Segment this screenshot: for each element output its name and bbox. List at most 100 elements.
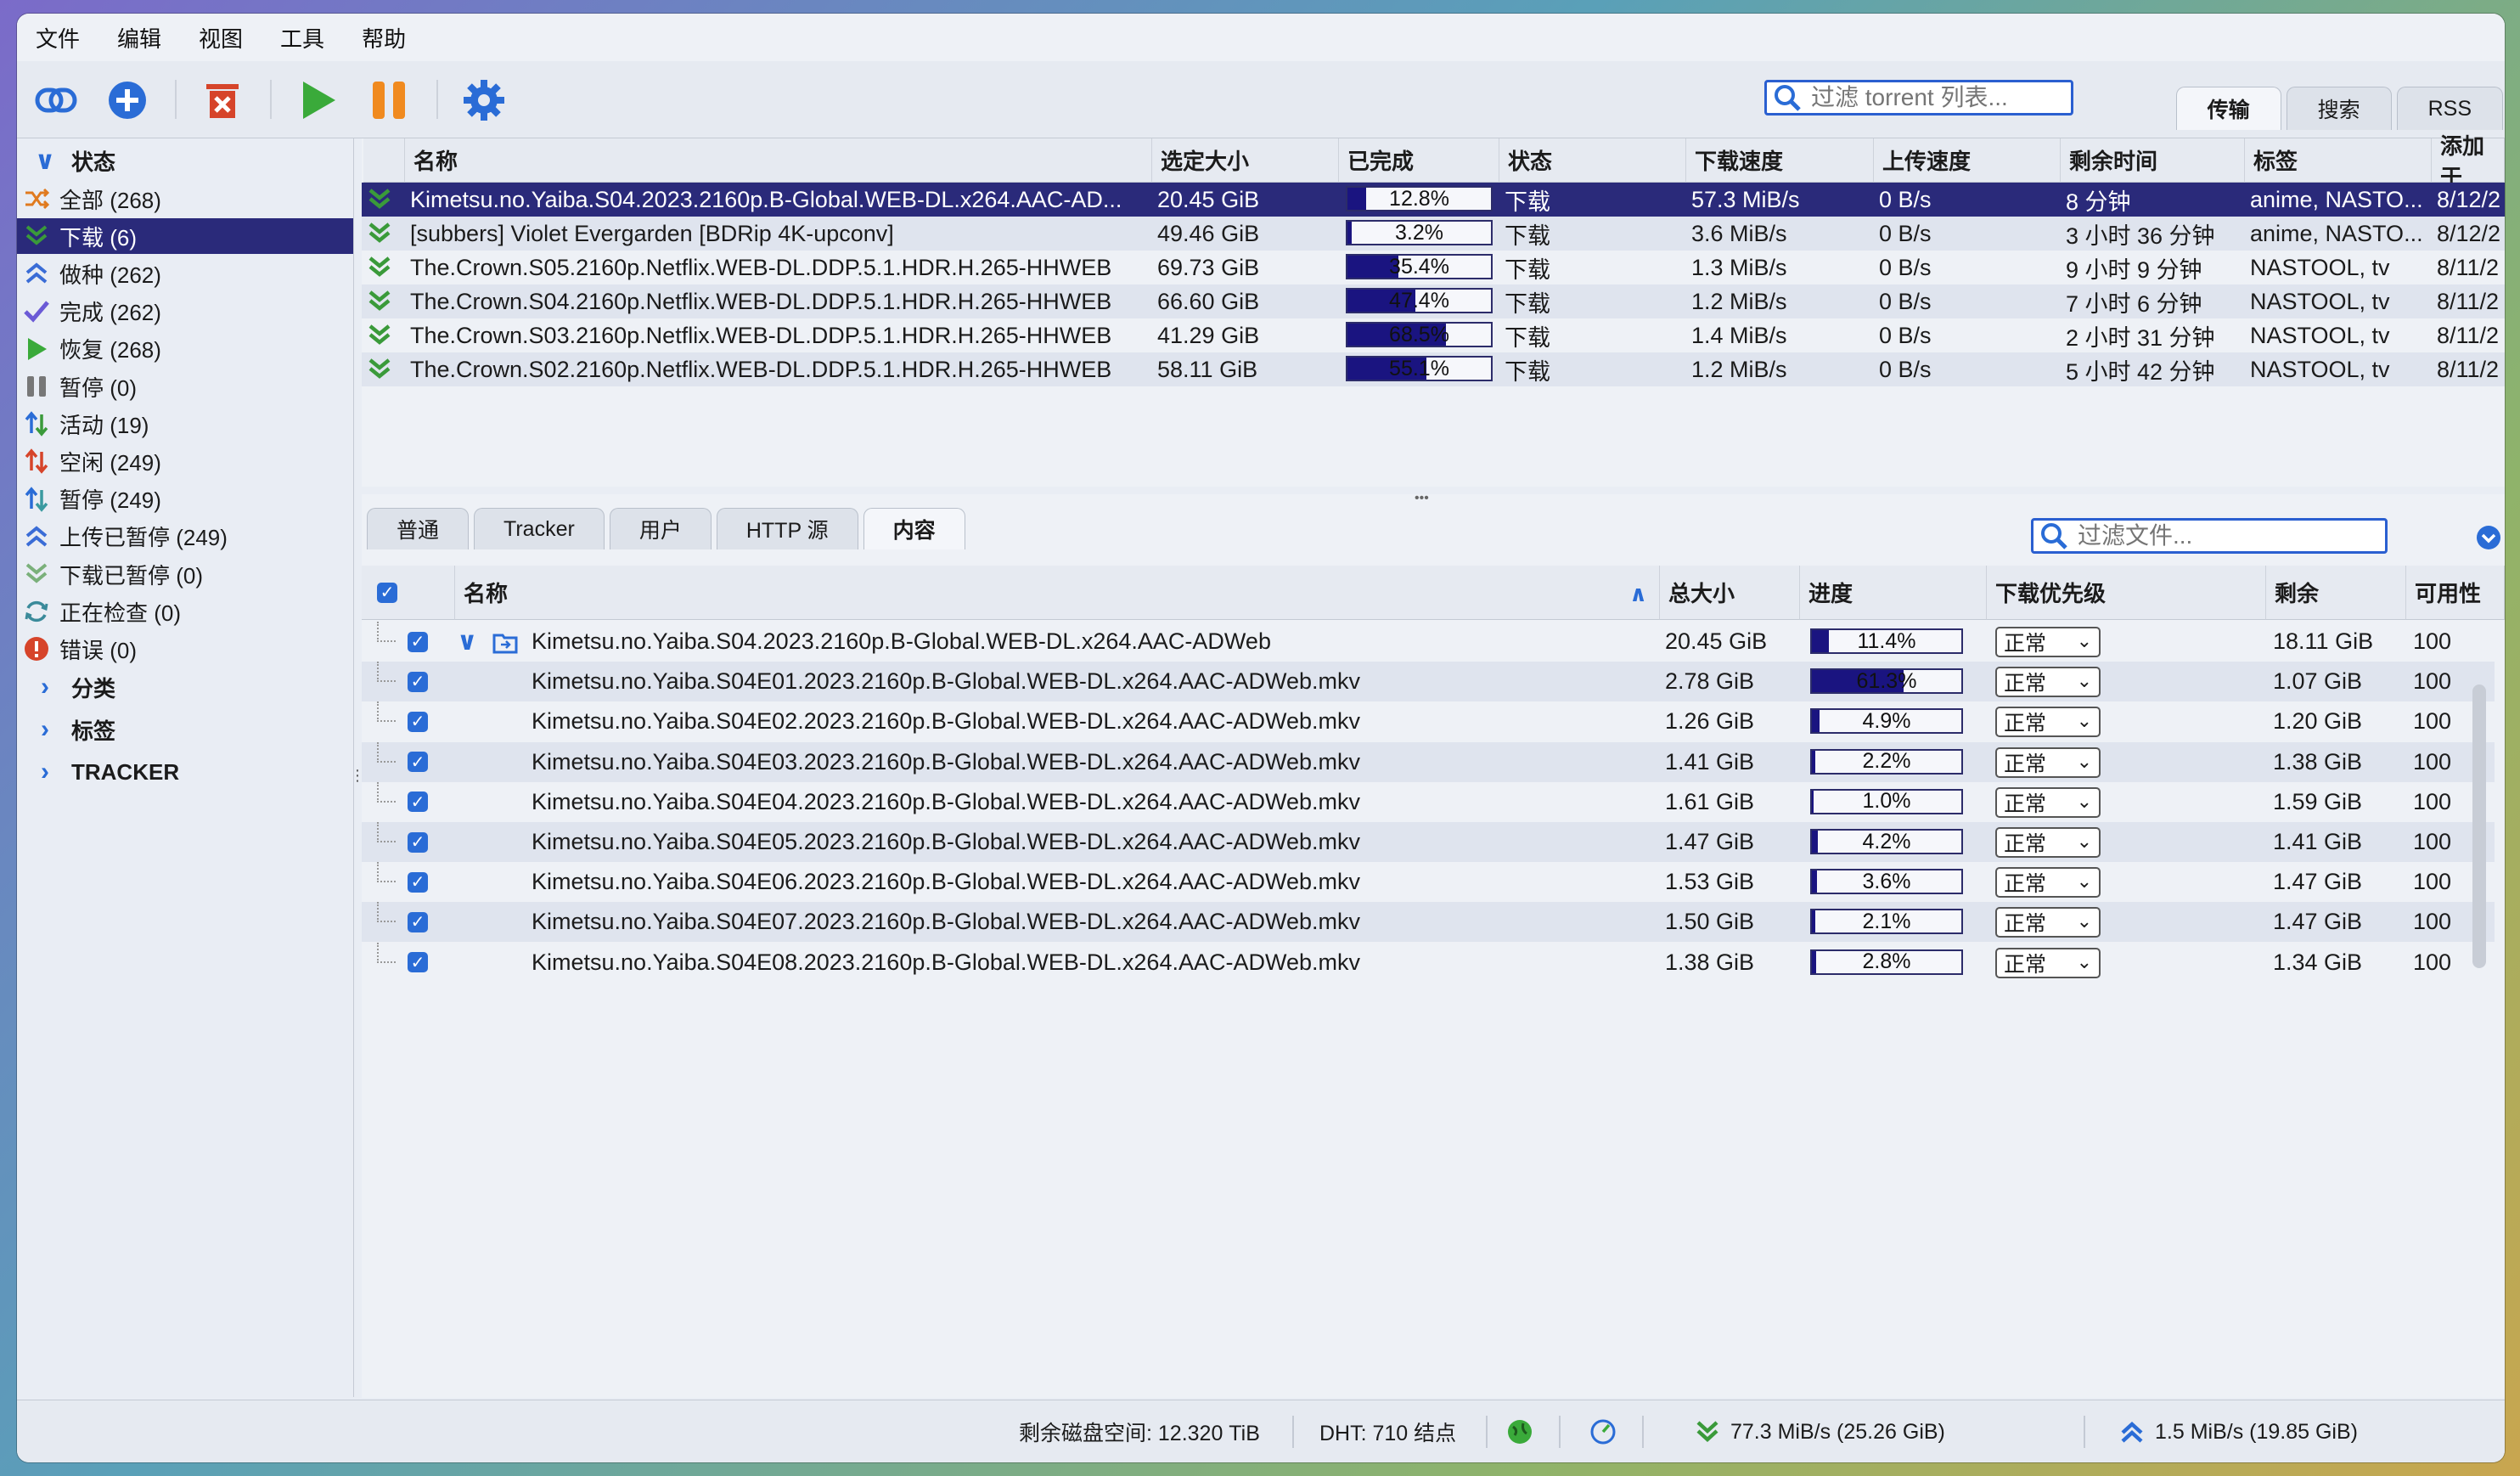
sidebar-filter-item[interactable]: 恢复 (268) [17,331,353,367]
column-header[interactable]: 添加于 [2432,133,2505,190]
file-row[interactable]: ✓ Kimetsu.no.Yaiba.S04E08.2023.2160p.B-Gl… [362,942,2495,983]
select-all-checkbox-cell[interactable]: ✓ [362,566,455,620]
file-checkbox-cell[interactable]: ✓ [408,902,442,942]
priority-select[interactable]: 正常 ⌄ [1995,907,2101,938]
torrent-row[interactable]: The.Crown.S04.2160p.Netflix.WEB-DL.DDP.5… [362,284,2505,318]
pause-button[interactable] [367,78,411,122]
tab-trackers[interactable]: Tracker [474,508,605,549]
column-header[interactable]: 名称 [405,138,1152,183]
file-checkbox-cell[interactable]: ✓ [408,862,442,902]
column-header[interactable]: 标签 [2245,138,2432,183]
checkbox-checked[interactable]: ✓ [408,752,428,773]
file-checkbox-cell[interactable]: ✓ [408,782,442,822]
file-column-header[interactable]: 可用性 [2406,566,2505,620]
options-dropdown-button[interactable] [2476,525,2501,555]
column-header[interactable]: 状态 [1499,138,1686,183]
menu-edit[interactable]: 编辑 [98,22,180,54]
column-header[interactable]: 下载速度 [1686,138,1874,183]
checkbox-checked[interactable]: ✓ [408,871,428,893]
priority-select[interactable]: 正常 ⌄ [1995,707,2101,738]
tab-general[interactable]: 普通 [367,508,470,549]
priority-select[interactable]: 正常 ⌄ [1995,947,2101,978]
file-row[interactable]: ✓ Kimetsu.no.Yaiba.S04E06.2023.2160p.B-Gl… [362,862,2495,902]
torrent-row[interactable]: The.Crown.S03.2160p.Netflix.WEB-DL.DDP.5… [362,318,2505,352]
chevron-down-icon[interactable]: ∨ [457,622,482,662]
file-column-header[interactable]: 进度 [1800,566,1987,620]
priority-select[interactable]: 正常 ⌄ [1995,827,2101,858]
torrent-row[interactable]: Kimetsu.no.Yaiba.S04.2023.2160p.B-Global… [362,183,2505,217]
file-checkbox-cell[interactable]: ✓ [408,822,442,862]
checkbox-checked[interactable]: ✓ [408,911,428,932]
column-header[interactable]: 已完成 [1339,138,1499,183]
sidebar-filter-item[interactable]: 下载 (6) [17,218,353,255]
sidebar-filter-item[interactable]: 暂停 (0) [17,369,353,404]
sidebar-section-trackers[interactable]: › TRACKER [17,753,179,791]
sidebar-filter-item[interactable]: 暂停 (249) [17,482,353,517]
menu-help[interactable]: 帮助 [343,22,425,54]
connection-status[interactable] [1506,1400,1533,1462]
settings-button[interactable] [462,78,506,122]
panel-splitter[interactable]: ••• [1415,491,1429,506]
file-checkbox-cell[interactable]: ✓ [408,622,442,662]
column-header[interactable]: 上传速度 [1874,138,2061,183]
checkbox-checked[interactable]: ✓ [408,952,428,973]
file-column-header[interactable]: 剩余 [2266,566,2406,620]
delete-button[interactable] [200,78,245,122]
file-row[interactable]: ✓ Kimetsu.no.Yaiba.S04E07.2023.2160p.B-Gl… [362,902,2495,943]
checkbox-checked[interactable]: ✓ [377,582,397,603]
checkbox-checked[interactable]: ✓ [408,631,428,652]
sidebar-filter-item[interactable]: 活动 (19) [17,406,353,442]
menu-view[interactable]: 视图 [180,22,262,54]
add-link-button[interactable] [34,78,78,122]
sidebar-filter-item[interactable]: 错误 (0) [17,631,353,667]
column-header[interactable]: 剩余时间 [2061,138,2245,183]
file-row[interactable]: ✓ Kimetsu.no.Yaiba.S04E01.2023.2160p.B-Gl… [362,662,2495,702]
sidebar-filter-item[interactable]: 完成 (262) [17,294,353,330]
torrent-filter-field[interactable] [1764,80,2073,115]
sidebar-section-tags[interactable]: › 标签 [17,711,115,748]
sidebar-filter-item[interactable]: 全部 (268) [17,181,353,217]
file-row[interactable]: ✓ Kimetsu.no.Yaiba.S04E04.2023.2160p.B-Gl… [362,781,2495,822]
sidebar-filter-item[interactable]: 做种 (262) [17,256,353,291]
menu-file[interactable]: 文件 [17,22,98,54]
file-filter-field[interactable] [2031,518,2388,554]
sidebar-status-header[interactable]: ∨ 状态 [17,142,115,179]
torrent-filter-input[interactable] [1809,83,2067,112]
checkbox-checked[interactable]: ✓ [408,831,428,853]
file-filter-input[interactable] [2076,521,2377,550]
tab-peers[interactable]: 用户 [609,508,712,549]
checkbox-checked[interactable]: ✓ [408,671,428,692]
file-checkbox-cell[interactable]: ✓ [408,943,442,983]
tab-rss[interactable]: RSS [2396,87,2503,130]
file-checkbox-cell[interactable]: ✓ [408,701,442,741]
sidebar-filter-item[interactable]: 上传已暂停 (249) [17,519,353,555]
file-checkbox-cell[interactable]: ✓ [408,742,442,782]
add-torrent-button[interactable] [105,78,149,122]
column-header[interactable]: 选定大小 [1152,138,1339,183]
file-row[interactable]: ✓ Kimetsu.no.Yaiba.S04E03.2023.2160p.B-Gl… [362,741,2495,782]
priority-select[interactable]: 正常 ⌄ [1995,627,2101,657]
tab-search[interactable]: 搜索 [2286,87,2392,130]
torrent-row[interactable]: [subbers] Violet Evergarden [BDRip 4K-up… [362,217,2505,251]
vertical-scrollbar[interactable] [2472,684,2486,968]
resume-button[interactable] [295,78,340,122]
file-column-header[interactable]: 总大小 [1660,566,1800,620]
sidebar-filter-item[interactable]: 下载已暂停 (0) [17,556,353,592]
file-row[interactable]: ✓ ∨ Kimetsu.no.Yaiba.S04.2023.2160p.B-Glob… [362,622,2495,662]
checkbox-checked[interactable]: ✓ [408,792,428,813]
file-column-header[interactable]: 名称 [455,566,1660,620]
tab-content[interactable]: 内容 [863,508,965,549]
sidebar-section-categories[interactable]: › 分类 [17,668,115,706]
file-row[interactable]: ✓ Kimetsu.no.Yaiba.S04E02.2023.2160p.B-Gl… [362,701,2495,741]
tab-http-sources[interactable]: HTTP 源 [716,508,858,549]
priority-select[interactable]: 正常 ⌄ [1995,786,2101,818]
torrent-row[interactable]: The.Crown.S02.2160p.Netflix.WEB-DL.DDP.5… [362,352,2505,386]
file-column-header[interactable]: 下载优先级 [1987,566,2266,620]
file-checkbox-cell[interactable]: ✓ [408,662,442,701]
tab-transfers[interactable]: 传输 [2175,87,2281,130]
sort-ascending-icon[interactable]: ∧ [1629,581,1647,607]
priority-select[interactable]: 正常 ⌄ [1995,746,2101,778]
file-row[interactable]: ✓ Kimetsu.no.Yaiba.S04E05.2023.2160p.B-Gl… [362,822,2495,862]
speed-limit-toggle[interactable] [1589,1400,1617,1462]
checkbox-checked[interactable]: ✓ [408,711,428,732]
